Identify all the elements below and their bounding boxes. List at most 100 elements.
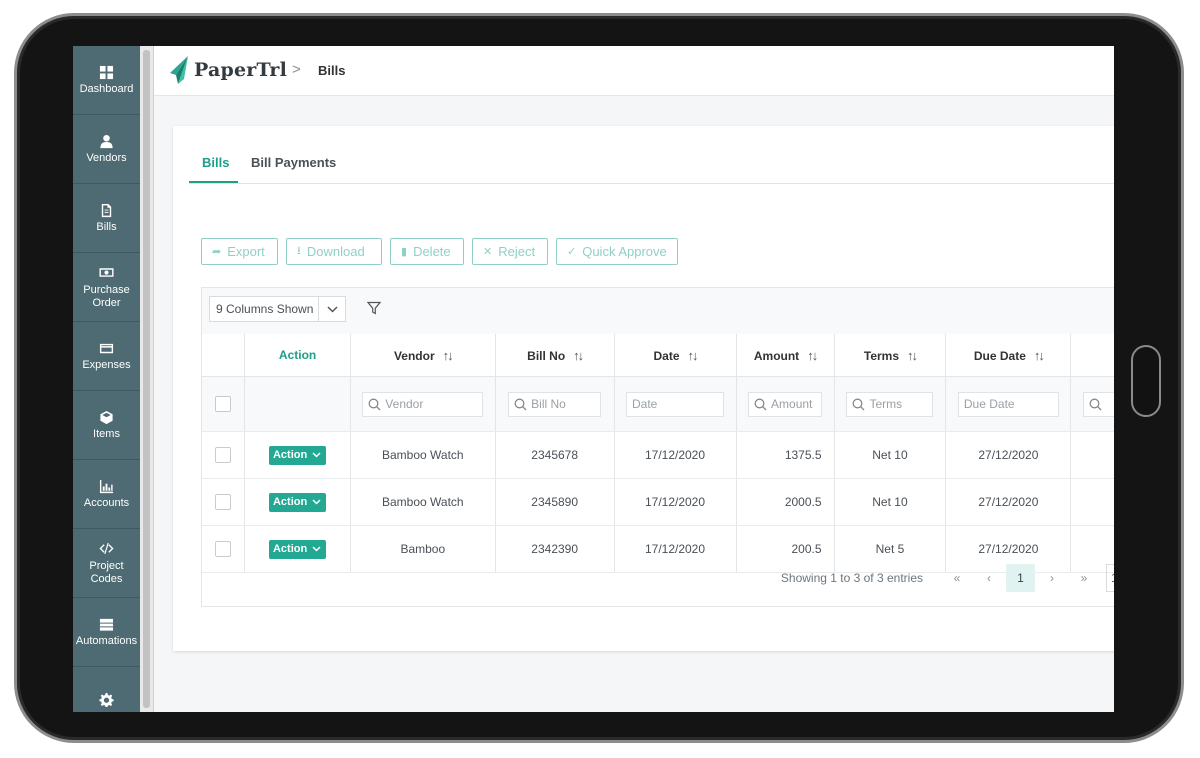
sort-icon[interactable]: ↑↓ [688, 348, 699, 363]
extra-cell [1070, 431, 1114, 479]
filter-cell-empty [244, 376, 351, 432]
tab-bill-payments[interactable]: Bill Payments [251, 155, 336, 170]
paper-plane-logo-icon [170, 56, 188, 84]
sidebar-item-settings[interactable] [73, 667, 140, 712]
sidebar-item-label: Automations [75, 635, 138, 647]
reject-button[interactable]: ✕ Reject [472, 238, 548, 265]
card-icon [99, 340, 115, 356]
chart-icon [99, 478, 115, 494]
sidebar-item-expenses[interactable]: Expenses [73, 322, 140, 391]
breadcrumb[interactable]: Bills [318, 63, 345, 78]
date-filter-input[interactable]: Date [626, 391, 724, 417]
chevron-down-icon [318, 297, 345, 321]
bills-table-container: 9 Columns Shown Action Vendor ↑↓ Bill No ↑… [201, 287, 1114, 607]
logo-text: PaperTrl [194, 59, 288, 81]
table-row[interactable]: Action Bamboo Watch 2345890 17/12/2020 2… [202, 478, 1114, 526]
due-date-cell: 27/12/2020 [945, 431, 1072, 479]
code-icon [99, 541, 115, 557]
table-header-row: Action Vendor ↑↓ Bill No ↑↓ Date ↑↓ Amount ↑… [202, 334, 1114, 377]
amount-cell: 2000.5 [736, 478, 835, 526]
prev-page-button[interactable]: ‹ [973, 571, 1005, 585]
trash-icon: ▮ [401, 246, 408, 258]
sort-icon[interactable]: ↑↓ [1034, 348, 1045, 363]
sidebar-item-dashboard[interactable]: Dashboard [73, 46, 140, 115]
sort-icon[interactable]: ↑↓ [907, 348, 918, 363]
export-button[interactable]: ➦ Export [201, 238, 278, 265]
filter-cell: Bill No [495, 376, 615, 432]
user-icon [99, 133, 115, 149]
next-page-button[interactable]: › [1036, 571, 1068, 585]
sidebar-item-purchase-order[interactable]: Purchase Order [73, 253, 140, 322]
date-cell: 17/12/2020 [614, 431, 737, 479]
tab-bar: Bills Bill Payments [189, 126, 1114, 184]
pagination: Showing 1 to 3 of 3 entries « ‹ 1 › » 10 [781, 563, 1114, 593]
vendor-filter-input[interactable]: Vendor [362, 391, 484, 417]
logo[interactable]: PaperTrl [168, 55, 287, 85]
sidebar-item-bills[interactable]: Bills [73, 184, 140, 253]
date-filter-placeholder: Date [632, 397, 658, 411]
bills-table: Action Vendor ↑↓ Bill No ↑↓ Date ↑↓ Amount ↑… [202, 334, 1114, 573]
header-due-date-label: Due Date [973, 348, 1026, 363]
header-bill-no[interactable]: Bill No ↑↓ [495, 334, 615, 377]
download-button[interactable]: ⭳ Download [286, 238, 382, 265]
header-vendor[interactable]: Vendor ↑↓ [350, 334, 496, 377]
quick-approve-button[interactable]: ✓ Quick Approve [556, 238, 678, 265]
last-page-button[interactable]: » [1068, 571, 1100, 585]
header-date-label: Date [653, 348, 680, 363]
scrollbar-thumb[interactable] [143, 50, 150, 708]
page-button-current[interactable]: 1 [1006, 564, 1035, 592]
header-due-date[interactable]: Due Date ↑↓ [945, 334, 1072, 377]
header-terms[interactable]: Terms ↑↓ [834, 334, 947, 377]
row-checkbox[interactable] [215, 447, 232, 463]
first-page-button[interactable]: « [941, 571, 973, 585]
filter-icon[interactable] [366, 301, 382, 320]
bill-no-filter-input[interactable]: Bill No [508, 391, 602, 417]
money-icon [99, 265, 115, 281]
amount-filter-placeholder: Amount [771, 397, 813, 411]
extra-filter-input[interactable] [1083, 391, 1114, 417]
check-icon: ✓ [567, 246, 577, 258]
row-action-button[interactable]: Action [268, 539, 327, 559]
delete-button[interactable]: ▮ Delete [390, 238, 464, 265]
terms-cell: Net 10 [834, 431, 947, 479]
select-all-checkbox[interactable] [215, 396, 232, 412]
row-checkbox[interactable] [215, 494, 232, 510]
sidebar-scrollbar[interactable] [140, 46, 154, 712]
chevron-down-icon [312, 546, 321, 552]
header-date[interactable]: Date ↑↓ [614, 334, 737, 377]
sidebar-item-automations[interactable]: Automations [73, 598, 140, 667]
sidebar: Dashboard Vendors Bills Purchase Order E… [73, 46, 140, 712]
sort-icon[interactable]: ↑↓ [573, 348, 584, 363]
header-amount-label: Amount [753, 348, 800, 363]
vendor-filter-placeholder: Vendor [385, 397, 424, 411]
sort-icon[interactable]: ↑↓ [443, 348, 454, 363]
dashboard-icon [99, 64, 115, 80]
sort-icon[interactable]: ↑↓ [807, 348, 818, 363]
due-date-filter-input[interactable]: Due Date [957, 391, 1059, 417]
columns-selector[interactable]: 9 Columns Shown [209, 296, 346, 322]
delete-label: Delete [413, 244, 451, 259]
search-icon [514, 398, 527, 410]
sidebar-item-project-codes[interactable]: Project Codes [73, 529, 140, 598]
sidebar-item-items[interactable]: Items [73, 391, 140, 460]
reject-label: Reject [498, 244, 536, 259]
header-amount[interactable]: Amount ↑↓ [736, 334, 835, 377]
chevron-down-icon [312, 499, 321, 505]
sidebar-item-vendors[interactable]: Vendors [73, 115, 140, 184]
action-cell: Action [244, 525, 351, 573]
sidebar-item-label: Expenses [82, 359, 131, 371]
active-tab-indicator [189, 181, 238, 183]
download-label: Download [306, 244, 365, 259]
sidebar-item-label: Bills [96, 221, 117, 233]
row-action-button[interactable]: Action [268, 445, 327, 465]
document-icon [99, 202, 115, 218]
table-row[interactable]: Action Bamboo Watch 2345678 17/12/2020 1… [202, 431, 1114, 479]
amount-filter-input[interactable]: Amount [748, 391, 823, 417]
rows-per-page-select[interactable]: 10 [1106, 564, 1114, 592]
vendor-cell: Bamboo [350, 525, 496, 573]
row-checkbox[interactable] [215, 541, 232, 557]
sidebar-item-accounts[interactable]: Accounts [73, 460, 140, 529]
row-action-button[interactable]: Action [268, 492, 327, 512]
tab-bills[interactable]: Bills [202, 155, 229, 170]
terms-filter-input[interactable]: Terms [846, 391, 934, 417]
